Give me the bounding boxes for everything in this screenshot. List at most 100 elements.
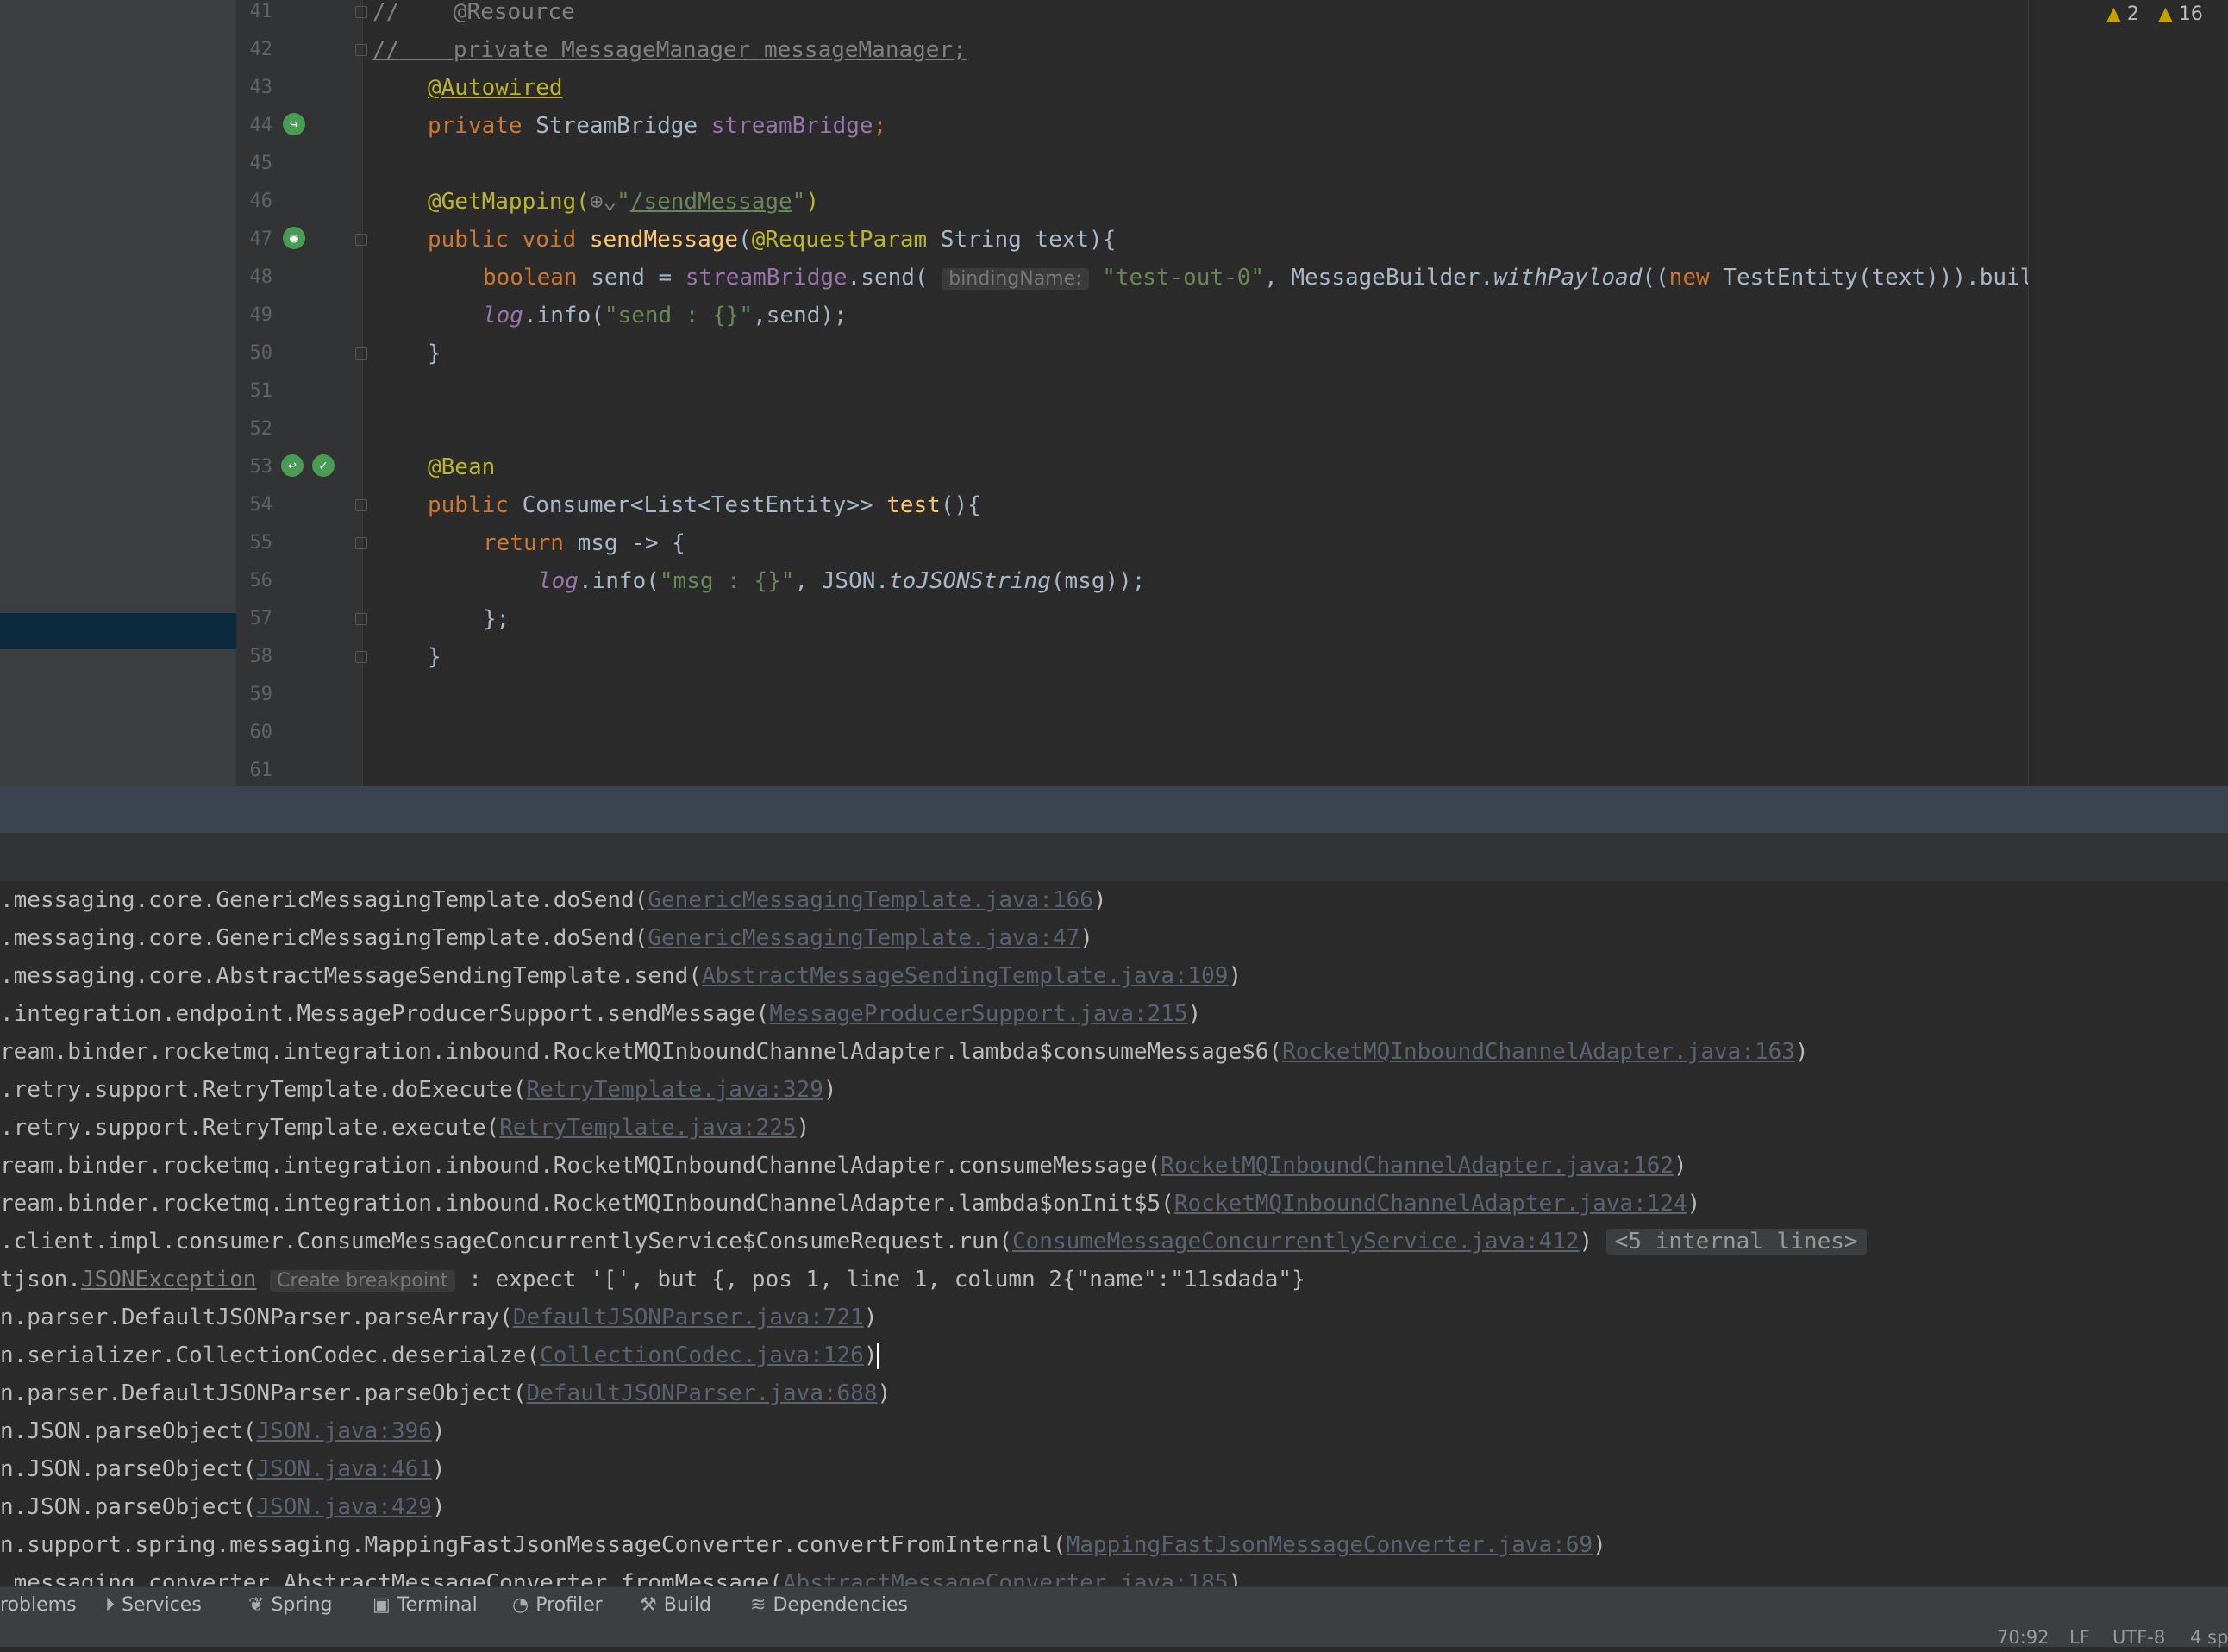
console-line: .messaging.converter.AbstractMessageConv… [0,1564,1242,1586]
tab-problems[interactable]: roblems [0,1587,77,1624]
line-separator[interactable]: LF [2069,1623,2090,1648]
bean-icon[interactable]: ✓ [312,454,335,477]
source-link[interactable]: GenericMessagingTemplate.java:166 [648,887,1093,913]
console-line: .messaging.core.GenericMessagingTemplate… [0,887,1107,913]
line-number: 56 [249,570,273,591]
console-line: .client.impl.consumer.ConsumeMessageConc… [0,1223,1867,1261]
code-line-48: boolean send = streamBridge.send( bindin… [483,265,2028,291]
console-line: n.support.spring.messaging.MappingFastJs… [0,1532,1606,1558]
line-number: 51 [249,380,273,402]
bean-navigate-icon[interactable]: ↩ [281,454,304,477]
source-link[interactable]: ConsumeMessageConcurrentlyService.java:4… [1012,1229,1579,1255]
source-link[interactable]: RocketMQInboundChannelAdapter.java:162 [1161,1153,1674,1179]
source-link[interactable]: JSON.java:429 [256,1494,432,1520]
create-breakpoint-button[interactable]: Create breakpoint [270,1270,455,1292]
web-endpoint-icon[interactable]: ◉ [283,227,305,249]
endpoint-path-link: /sendMessage [629,189,792,215]
tab-spring[interactable]: ❦ Spring [248,1587,332,1624]
warning-count-a[interactable]: ▲ 2 [2106,3,2139,25]
console-line: n.parser.DefaultJSONParser.parseArray(De… [0,1305,878,1330]
tab-terminal[interactable]: ▣ Terminal [372,1587,478,1624]
tab-dependencies[interactable]: ≋ Dependencies [750,1587,908,1624]
editor-right-area: ▲ 2 ▲ 16 [2029,0,2228,786]
code-line-44: private StreamBridge streamBridge; [428,113,887,139]
line-number: 61 [249,760,273,781]
console-line: .messaging.core.AbstractMessageSendingTe… [0,963,1242,989]
code-line-58: } [428,644,441,670]
console-line: tjson.JSONException Create breakpoint : … [0,1267,1305,1292]
console-line: n.parser.DefaultJSONParser.parseObject(D… [0,1380,892,1406]
code-line-49: log.info("send : {}",send); [483,303,848,329]
line-number: 60 [249,722,273,743]
tab-build[interactable]: ⚒ Build [640,1587,711,1624]
source-link[interactable]: MappingFastJsonMessageConverter.java:69 [1067,1532,1593,1558]
code-editor[interactable]: // @Resource // private MessageManager m… [362,0,2028,786]
text-cursor [877,1342,880,1369]
code-line-56: log.info("msg : {}", JSON.toJSONString(m… [538,568,1146,594]
console-line: .integration.endpoint.MessageProducerSup… [0,1001,1202,1027]
exception-link[interactable]: JSONException [81,1267,257,1292]
line-number: 41 [249,1,273,22]
autowired-bean-icon[interactable]: ↪ [283,113,305,135]
code-line-50: } [428,341,441,366]
code-line-43: @Autowired [428,75,563,101]
source-link[interactable]: JSON.java:396 [256,1418,432,1444]
profiler-icon: ◔ [512,1594,529,1616]
globe-icon: ⊕⌄ [589,189,617,215]
code-line-46: @GetMapping(⊕⌄"/sendMessage") [428,189,819,215]
source-link[interactable]: RocketMQInboundChannelAdapter.java:124 [1174,1191,1687,1217]
code-line-54: public Consumer<List<TestEntity>> test()… [428,492,981,518]
console-line: .retry.support.RetryTemplate.execute(Ret… [0,1115,810,1141]
code-line-53: @Bean [428,454,496,480]
parameter-hint: bindingName: [942,268,1089,290]
line-number: 43 [249,77,273,98]
source-link[interactable]: RocketMQInboundChannelAdapter.java:163 [1282,1039,1795,1065]
tab-profiler[interactable]: ◔ Profiler [512,1587,603,1624]
tool-window-bar: roblems ⏵ Services ❦ Spring ▣ Terminal ◔ Pro… [0,1586,2228,1624]
console-line: ream.binder.rocketmq.integration.inbound… [0,1191,1701,1217]
run-panel-header [0,833,2228,882]
line-number: 57 [249,608,273,629]
project-panel-strip [0,0,236,786]
dependencies-icon: ≋ [750,1594,767,1616]
panel-splitter[interactable] [0,786,2228,833]
console-line: n.JSON.parseObject(JSON.java:396) [0,1418,446,1444]
source-link[interactable]: GenericMessagingTemplate.java:47 [648,925,1080,951]
line-number: 58 [249,646,273,667]
code-line-47: public void sendMessage(@RequestParam St… [428,227,1117,253]
console-output[interactable]: .messaging.core.GenericMessagingTemplate… [0,881,2228,1586]
source-link[interactable]: RetryTemplate.java:225 [499,1115,796,1141]
line-number: 50 [249,342,273,364]
indent-setting[interactable]: 4 sp [2190,1623,2228,1648]
editor-gutter: 41 42 43 44 45 46 47 48 49 50 51 52 53 5… [236,0,367,786]
caret-position[interactable]: 70:92 [1997,1623,2050,1648]
source-link[interactable]: AbstractMessageSendingTemplate.java:109 [702,963,1228,989]
status-bar: 70:92 LF UTF-8 4 sp [0,1623,2228,1648]
line-number: 48 [249,266,273,288]
line-number: 45 [249,153,273,174]
code-line-42: // private MessageManager messageManager… [372,37,967,63]
console-line: ream.binder.rocketmq.integration.inbound… [0,1153,1687,1179]
source-link[interactable]: DefaultJSONParser.java:688 [526,1380,877,1406]
warning-icon: ▲ [2106,3,2121,25]
source-link[interactable]: CollectionCodec.java:126 [540,1342,864,1368]
console-line: n.serializer.CollectionCodec.deserialze(… [0,1336,880,1374]
console-line: n.JSON.parseObject(JSON.java:461) [0,1456,446,1482]
spring-leaf-icon: ❦ [248,1594,265,1616]
internal-lines-fold[interactable]: <5 internal lines> [1605,1229,1867,1255]
code-line-57: }; [483,606,510,632]
hammer-icon: ⚒ [640,1594,657,1616]
file-encoding[interactable]: UTF-8 [2112,1623,2165,1648]
source-link[interactable]: JSON.java:461 [256,1456,432,1482]
source-link[interactable]: MessageProducerSupport.java:215 [769,1001,1187,1027]
line-number: 44 [249,115,273,136]
source-link[interactable]: AbstractMessageConverter.java:185 [783,1570,1229,1586]
tab-services[interactable]: ⏵ Services [105,1587,202,1624]
source-link[interactable]: DefaultJSONParser.java:721 [513,1305,864,1330]
project-selected-row[interactable] [0,613,236,649]
code-line-41: // @Resource [372,0,575,25]
console-line: ream.binder.rocketmq.integration.inbound… [0,1039,1809,1065]
source-link[interactable]: RetryTemplate.java:329 [526,1077,823,1103]
warning-count-b[interactable]: ▲ 16 [2158,3,2203,25]
code-line-55: return msg -> { [483,530,685,556]
